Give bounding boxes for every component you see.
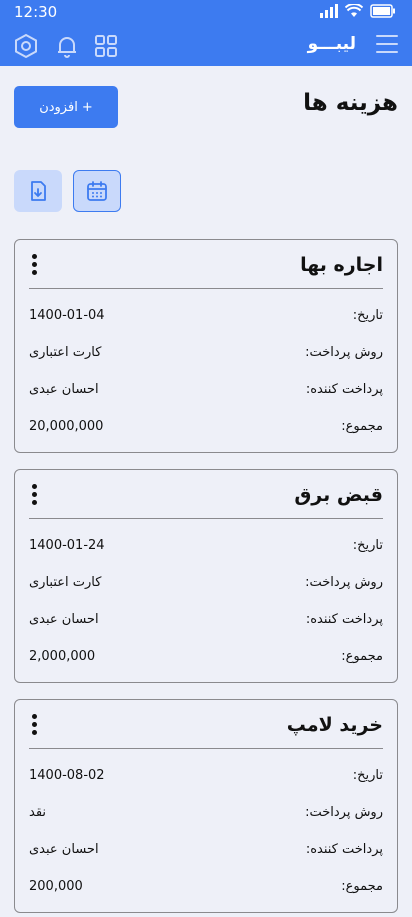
more-options-icon[interactable] bbox=[29, 484, 39, 506]
date-label: تاریخ: bbox=[352, 538, 383, 553]
settings-hex-icon[interactable] bbox=[13, 33, 39, 59]
date-value: 1400-01-04 bbox=[29, 308, 105, 323]
payer-label: پرداخت کننده: bbox=[305, 382, 383, 397]
card-divider bbox=[29, 748, 383, 749]
expense-card[interactable]: خرید لامپ تاریخ: 1400-08-02 روش پرداخت: … bbox=[14, 699, 398, 913]
more-options-icon[interactable] bbox=[29, 714, 39, 736]
payment-method-value: کارت اعتباری bbox=[29, 345, 102, 360]
card-divider bbox=[29, 288, 383, 289]
date-value: 1400-01-24 bbox=[29, 538, 105, 553]
payment-method-label: روش پرداخت: bbox=[305, 575, 383, 590]
payer-value: احسان عبدی bbox=[29, 612, 99, 627]
expense-title: اجاره بها bbox=[300, 254, 383, 276]
expense-card[interactable]: اجاره بها تاریخ: 1400-01-04 روش پرداخت: … bbox=[14, 239, 398, 453]
bell-icon[interactable] bbox=[54, 33, 80, 59]
payer-label: پرداخت کننده: bbox=[305, 842, 383, 857]
expense-title: خرید لامپ bbox=[286, 714, 383, 736]
payment-method-label: روش پرداخت: bbox=[305, 805, 383, 820]
expense-card[interactable]: قبض برق تاریخ: 1400-01-24 روش پرداخت: کا… bbox=[14, 469, 398, 683]
total-label: مجموع: bbox=[341, 419, 383, 434]
status-time: 12:30 bbox=[14, 3, 58, 21]
total-value: 200,000 bbox=[29, 879, 83, 894]
payment-method-value: نقد bbox=[29, 805, 47, 820]
total-value: 20,000,000 bbox=[29, 419, 104, 434]
grid-icon[interactable] bbox=[93, 33, 119, 59]
more-options-icon[interactable] bbox=[29, 254, 39, 276]
calendar-icon bbox=[87, 181, 107, 201]
payer-value: احسان عبدی bbox=[29, 842, 99, 857]
file-download-icon bbox=[31, 181, 46, 201]
expense-title: قبض برق bbox=[294, 484, 383, 506]
add-expense-button[interactable]: + افزودن bbox=[14, 86, 118, 128]
date-value: 1400-08-02 bbox=[29, 768, 105, 783]
payment-method-label: روش پرداخت: bbox=[305, 345, 383, 360]
date-label: تاریخ: bbox=[352, 768, 383, 783]
battery-icon bbox=[370, 4, 395, 18]
card-divider bbox=[29, 518, 383, 519]
page-title: هزینه ها bbox=[303, 90, 398, 116]
total-value: 2,000,000 bbox=[29, 649, 96, 664]
payer-value: احسان عبدی bbox=[29, 382, 99, 397]
wifi-icon bbox=[345, 4, 363, 17]
payer-label: پرداخت کننده: bbox=[305, 612, 383, 627]
calendar-filter-button[interactable] bbox=[73, 170, 121, 212]
total-label: مجموع: bbox=[341, 649, 383, 664]
export-button[interactable] bbox=[14, 170, 62, 212]
signal-icon bbox=[320, 4, 338, 18]
app-logo: لیبـــو bbox=[307, 34, 356, 54]
status-icons bbox=[320, 4, 396, 18]
menu-icon[interactable] bbox=[376, 35, 398, 55]
top-app-bar: 12:30 لیبـــو bbox=[0, 0, 412, 66]
total-label: مجموع: bbox=[341, 879, 383, 894]
payment-method-value: کارت اعتباری bbox=[29, 575, 102, 590]
date-label: تاریخ: bbox=[352, 308, 383, 323]
